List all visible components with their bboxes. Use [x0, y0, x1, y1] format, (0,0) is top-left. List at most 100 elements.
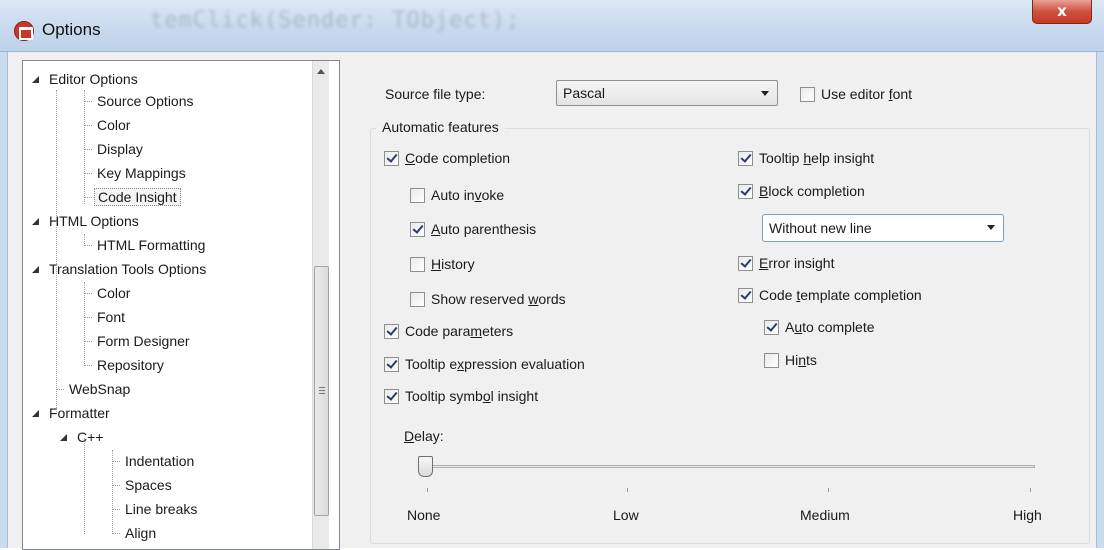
label-part: Hi — [785, 352, 799, 368]
checkbox-box[interactable] — [738, 255, 753, 271]
hints-checkbox[interactable]: Hints — [764, 352, 817, 372]
scroll-up-arrow-icon[interactable] — [317, 69, 325, 74]
tree-item[interactable]: Font — [94, 306, 128, 328]
tree-item[interactable]: Translation Tools Options — [46, 258, 209, 280]
checkbox-box[interactable] — [384, 323, 399, 339]
delay-scale-none: None — [407, 507, 441, 523]
tree-connector — [84, 282, 85, 364]
show-reserved-words-checkbox[interactable]: Show reserved words — [410, 291, 566, 311]
checkbox-box[interactable] — [384, 150, 399, 166]
auto-parenthesis-checkbox[interactable]: Auto parenthesis — [410, 221, 536, 241]
tree-item[interactable]: Indentation — [122, 450, 197, 472]
expanded-triangle-icon[interactable] — [32, 410, 39, 417]
tree-item[interactable]: Color — [94, 282, 133, 304]
mnemonic: v — [474, 187, 482, 203]
tree-item[interactable]: Editor Options — [46, 68, 141, 90]
code-template-completion-checkbox[interactable]: Code template completion — [738, 287, 922, 307]
label-part: rror insight — [768, 255, 835, 271]
tree-connector — [84, 197, 92, 198]
tree-connector — [112, 509, 120, 510]
history-checkbox[interactable]: History — [410, 256, 475, 276]
checkbox-box[interactable] — [384, 356, 399, 372]
tree-item-label: Color — [97, 285, 131, 301]
error-insight-checkbox[interactable]: Error insight — [738, 255, 834, 275]
block-completion-checkbox[interactable]: Block completion — [738, 183, 865, 203]
label-part: ont — [892, 86, 913, 102]
tree-item-label: Font — [97, 309, 126, 325]
tree-item[interactable]: Repository — [94, 354, 167, 376]
tree-item[interactable]: Spaces — [122, 474, 175, 496]
code-parameters-checkbox[interactable]: Code parameters — [384, 323, 513, 343]
checkbox-box[interactable] — [384, 388, 399, 404]
tree-scrollbar[interactable] — [312, 61, 329, 549]
mnemonic: H — [431, 256, 442, 272]
tree-connector — [112, 461, 120, 462]
checkbox-box[interactable] — [410, 256, 425, 272]
code-completion-checkbox[interactable]: Code completion — [384, 150, 510, 170]
tree-item[interactable]: HTML Options — [46, 210, 142, 232]
checkbox-box[interactable] — [410, 221, 425, 237]
expanded-triangle-icon[interactable] — [32, 266, 39, 273]
app-icon — [14, 21, 34, 41]
label-part: istory — [441, 256, 475, 272]
use-editor-font-checkbox[interactable]: Use editor font — [800, 86, 912, 106]
auto-complete-checkbox[interactable]: Auto complete — [764, 319, 875, 339]
delay-slider-track[interactable] — [425, 465, 1035, 468]
source-file-type-select[interactable]: Pascal — [556, 80, 778, 106]
tree-connector — [84, 438, 85, 534]
checkbox-box[interactable] — [410, 291, 425, 307]
tree-item[interactable]: Align — [122, 522, 159, 544]
tree-item[interactable]: HTML Formatting — [94, 234, 208, 256]
label-part: ords — [538, 291, 566, 307]
close-button[interactable]: x — [1032, 0, 1092, 24]
tree-connector — [56, 90, 57, 412]
tree-connector — [84, 125, 92, 126]
tree-item[interactable]: Form Designer — [94, 330, 193, 352]
options-tree[interactable] — [22, 60, 340, 550]
checkbox-box[interactable] — [738, 287, 753, 303]
grip-line — [319, 387, 325, 388]
tree-item-label: Key Mappings — [97, 165, 186, 181]
checkbox-box[interactable] — [738, 150, 753, 166]
tree-connector — [84, 101, 92, 102]
tree-item[interactable]: C++ — [74, 426, 106, 448]
tree-connector — [84, 293, 92, 294]
tree-item-label: Form Designer — [97, 333, 190, 349]
checkbox-box[interactable] — [764, 352, 779, 368]
window-title: Options — [42, 20, 101, 39]
label-part: emplate completion — [800, 287, 922, 303]
tree-item[interactable]: Color — [94, 114, 133, 136]
tree-item[interactable]: Source Options — [94, 90, 197, 112]
block-completion-select[interactable]: Without new line — [762, 214, 1004, 242]
window-frame-left — [0, 52, 8, 548]
tree-item-label: Code Insight — [94, 188, 181, 206]
tree-connector — [112, 450, 113, 534]
checkbox-box[interactable] — [410, 187, 425, 203]
label-part: ode completion — [415, 150, 511, 166]
tree-item-label: Indentation — [125, 453, 195, 469]
expanded-triangle-icon[interactable] — [60, 434, 67, 441]
tooltip-symbol-insight-checkbox[interactable]: Tooltip symbol insight — [384, 388, 538, 408]
tree-item[interactable]: Key Mappings — [94, 162, 189, 184]
expanded-triangle-icon[interactable] — [32, 218, 39, 225]
background-code-text: temClick(Sender: TObject); — [150, 8, 521, 33]
checkbox-box[interactable] — [738, 183, 753, 199]
tree-item[interactable]: Display — [94, 138, 146, 160]
tree-item-label: Line breaks — [125, 501, 198, 517]
label-part: Tooltip e — [405, 356, 458, 372]
checkbox-box[interactable] — [800, 86, 815, 102]
tooltip-help-insight-checkbox[interactable]: Tooltip help insight — [738, 150, 874, 170]
slider-tick — [427, 488, 428, 492]
tree-item[interactable]: Line breaks — [122, 498, 200, 520]
delay-slider-thumb[interactable] — [418, 456, 433, 477]
tree-item[interactable]: WebSnap — [66, 378, 133, 400]
source-file-type-label: Source file type: — [385, 86, 486, 102]
expanded-triangle-icon[interactable] — [32, 76, 39, 83]
scrollbar-thumb[interactable] — [314, 266, 329, 516]
auto-invoke-checkbox[interactable]: Auto invoke — [410, 187, 504, 207]
tree-item[interactable]: Code Insight — [94, 186, 181, 208]
tree-item-label: Display — [97, 141, 143, 157]
tooltip-expression-evaluation-checkbox[interactable]: Tooltip expression evaluation — [384, 356, 585, 376]
mnemonic: n — [798, 352, 807, 368]
checkbox-box[interactable] — [764, 319, 779, 335]
